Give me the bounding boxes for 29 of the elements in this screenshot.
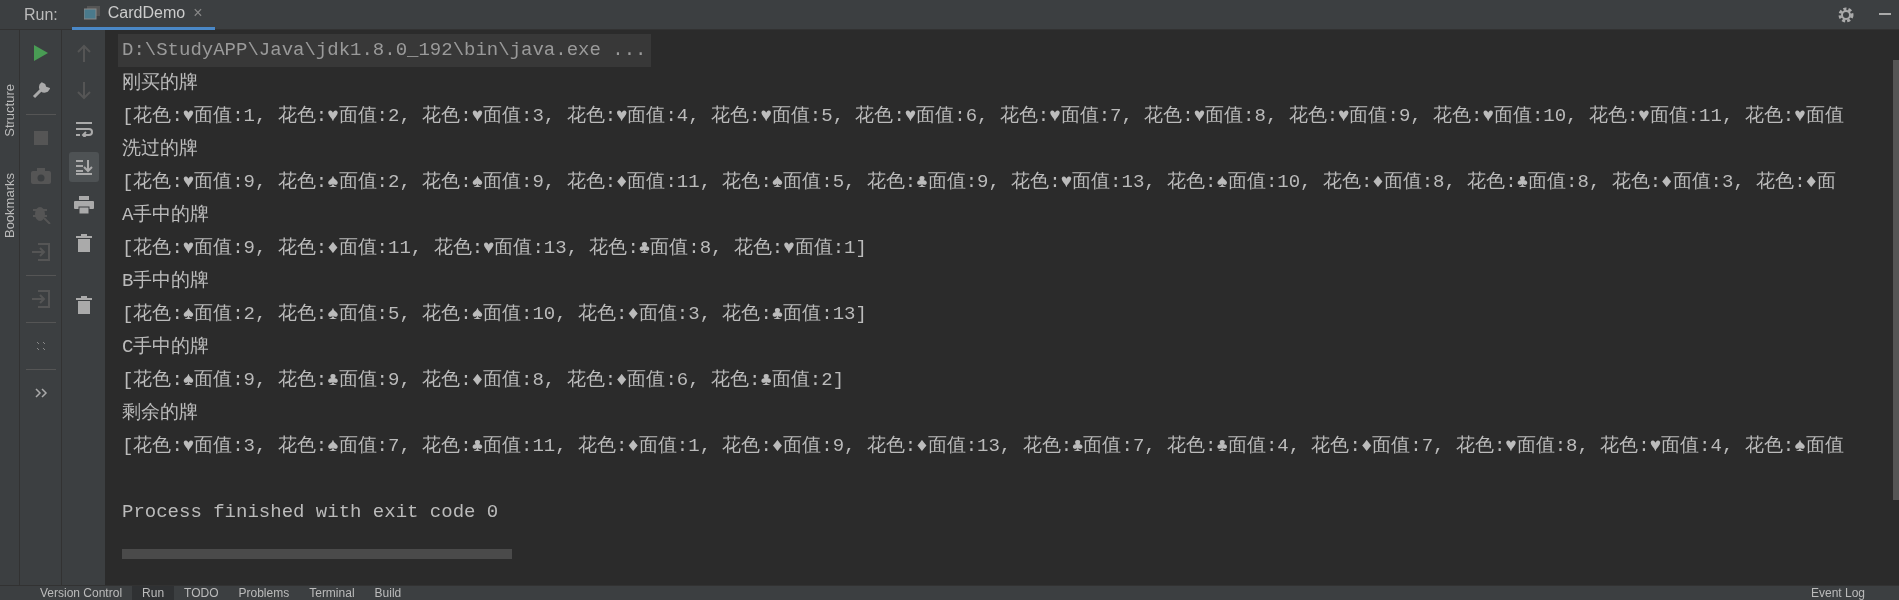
console-line: C手中的牌 xyxy=(122,335,210,360)
console-line: [花色:♠面值:2, 花色:♠面值:5, 花色:♠面值:10, 花色:♦面值:3, 花色:♣面值:13] xyxy=(122,302,867,327)
console-line: [花色:♥面值:9, 花色:♠面值:2, 花色:♠面值:9, 花色:♦面值:11, 花色:♠面值:5, 花色:♣面值:9, 花色:♥面值:13, 花色:♠面值:10, 花色:♦面值:8, 花色:♣面值:8, 花色:♦面值:3, 花色:♦面 xyxy=(122,170,1836,195)
tool-window-tab[interactable]: Problems xyxy=(228,586,300,600)
vertical-scrollbar[interactable] xyxy=(1893,60,1899,500)
console-line: 刚买的牌 xyxy=(122,71,198,96)
console-line: [花色:♥面值:9, 花色:♦面值:11, 花色:♥面值:13, 花色:♣面值:8, 花色:♥面值:1] xyxy=(122,236,867,261)
tool-window-tab[interactable]: Run xyxy=(132,586,175,600)
tool-window-tab[interactable]: TODO xyxy=(174,586,229,600)
tool-window-tab[interactable]: Build xyxy=(364,586,412,600)
console-icon xyxy=(83,6,100,20)
console-line: 洗过的牌 xyxy=(122,137,198,162)
side-tab[interactable]: Bookmarks xyxy=(0,166,20,244)
console-line: [花色:♠面值:9, 花色:♣面值:9, 花色:♦面值:8, 花色:♦面值:6, 花色:♣面值:2] xyxy=(122,368,845,393)
settings-icon[interactable] xyxy=(1837,5,1855,24)
console-line: B手中的牌 xyxy=(122,269,210,294)
exit-message: Process finished with exit code 0 xyxy=(122,500,499,525)
console-line: 剩余的牌 xyxy=(122,401,198,426)
scroll-to-end-icon[interactable] xyxy=(68,152,99,182)
horizontal-scrollbar[interactable] xyxy=(122,549,512,559)
tool-window-tab[interactable]: Terminal xyxy=(299,586,365,600)
console-line: A手中的牌 xyxy=(122,203,210,228)
side-tab[interactable]: Structure xyxy=(0,78,20,143)
close-button[interactable]: × xyxy=(193,1,203,25)
console-line: [花色:♥面值:1, 花色:♥面值:2, 花色:♥面值:3, 花色:♥面值:4, 花色:♥面值:5, 花色:♥面值:6, 花色:♥面值:7, 花色:♥面值:8, 花色:♥面值:9, 花色:♥面值:10, 花色:♥面值:11, 花色:♥面值 xyxy=(122,104,1844,129)
tool-window-tab[interactable]: Version Control xyxy=(30,586,133,600)
event-log-tab[interactable]: Event Log xyxy=(1800,586,1875,600)
run-label: Run: xyxy=(23,4,59,25)
console-line: [花色:♥面值:3, 花色:♠面值:7, 花色:♣面值:11, 花色:♦面值:1, 花色:♦面值:9, 花色:♦面值:13, 花色:♣面值:7, 花色:♣面值:4, 花色:♦面值:7, 花色:♥面值:8, 花色:♥面值:4, 花色:♠面值 xyxy=(122,434,1844,459)
